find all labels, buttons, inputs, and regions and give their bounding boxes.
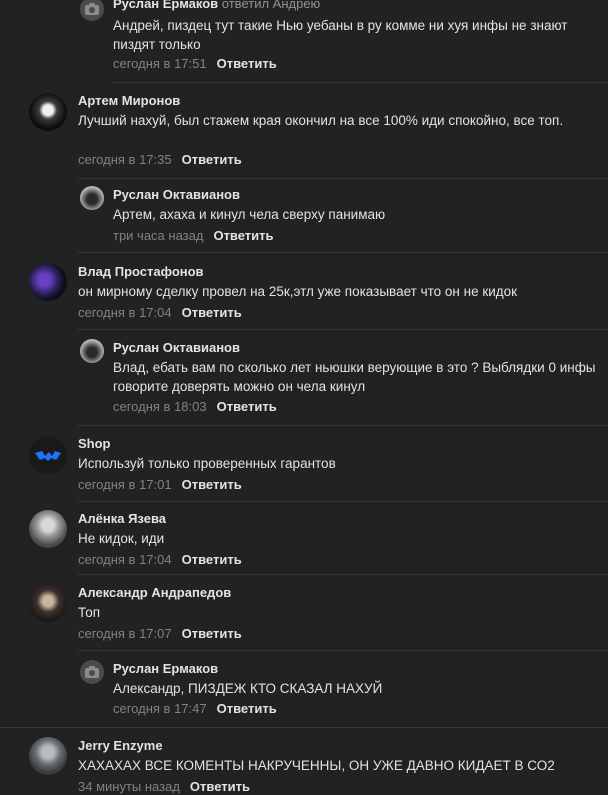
comment-reply: Руслан Октавианов Артем, ахаха и кинул ч… bbox=[0, 179, 608, 253]
comment-text: Александр, ПИЗДЕЖ КТО СКАЗАЛ НАХУЙ bbox=[113, 681, 383, 696]
comment-meta: сегодня в 17:07 Ответить bbox=[78, 626, 242, 642]
comment-text: Топ bbox=[78, 605, 101, 620]
comment-time[interactable]: сегодня в 17:04 bbox=[78, 552, 172, 567]
comment-time[interactable]: сегодня в 17:07 bbox=[78, 626, 172, 641]
avatar[interactable] bbox=[29, 584, 67, 622]
reply-button[interactable]: Ответить bbox=[217, 399, 277, 414]
reply-button[interactable]: Ответить bbox=[182, 626, 242, 641]
comment-text: он мирному сделку провел на 25к,этл уже … bbox=[78, 284, 518, 299]
comment-time[interactable]: сегодня в 17:04 bbox=[78, 305, 172, 320]
comment-meta: три часа назад Ответить bbox=[113, 228, 274, 244]
comment-meta: 34 минуты назад Ответить bbox=[78, 779, 250, 795]
comment-text: Лучший нахуй, был стажем края окончил на… bbox=[78, 113, 564, 128]
comment-author[interactable]: Руслан Ермаков bbox=[113, 661, 218, 677]
comment: Shop Используй только проверенных гарант… bbox=[0, 426, 608, 502]
comment-meta: сегодня в 17:51 Ответить bbox=[113, 56, 277, 72]
comment-time[interactable]: сегодня в 17:47 bbox=[113, 701, 207, 716]
comment-time[interactable]: сегодня в 17:35 bbox=[78, 152, 172, 167]
comment-text: Артем, ахаха и кинул чела сверху панимаю bbox=[113, 207, 386, 222]
comment-time[interactable]: 34 минуты назад bbox=[78, 779, 180, 794]
comment-author[interactable]: Руслан Октавианов bbox=[113, 187, 240, 203]
reply-button[interactable]: Ответить bbox=[182, 305, 242, 320]
reply-button[interactable]: Ответить bbox=[182, 552, 242, 567]
comment-meta: сегодня в 17:47 Ответить bbox=[113, 701, 277, 717]
comment-author[interactable]: Руслан Ермаков ответил Андрею bbox=[113, 0, 320, 12]
comment-author[interactable]: Алёнка Язева bbox=[78, 511, 166, 527]
comment-time[interactable]: сегодня в 18:03 bbox=[113, 399, 207, 414]
avatar[interactable] bbox=[29, 737, 67, 775]
comment-reply: Руслан Ермаков ответил Андрею Андрей, пи… bbox=[0, 0, 608, 83]
avatar[interactable] bbox=[80, 339, 104, 363]
avatar[interactable] bbox=[29, 93, 67, 131]
comment: Артем Миронов Лучший нахуй, был стажем к… bbox=[0, 83, 608, 179]
reply-to-label: ответил Андрею bbox=[221, 0, 321, 11]
comment-text: Андрей, пиздец тут такие Нью уебаны в ру… bbox=[113, 18, 568, 52]
comment-meta: сегодня в 17:04 Ответить bbox=[78, 552, 242, 568]
comment-reply: Руслан Октавианов Влад, ебать вам по ско… bbox=[0, 330, 608, 426]
shop-logo-icon bbox=[35, 451, 61, 461]
comment: Jerry Enzyme ХАХАХАХ ВСЕ КОМЕНТЫ НАКРУЧЕ… bbox=[0, 728, 608, 794]
comment-text: ХАХАХАХ ВСЕ КОМЕНТЫ НАКРУЧЕННЫ, ОН УЖЕ Д… bbox=[78, 758, 555, 773]
comment-time[interactable]: три часа назад bbox=[113, 228, 203, 243]
comment-time[interactable]: сегодня в 17:51 bbox=[113, 56, 207, 71]
camera-icon bbox=[85, 666, 99, 678]
comment-author[interactable]: Shop bbox=[78, 436, 111, 452]
avatar[interactable] bbox=[80, 0, 104, 21]
comment-meta: сегодня в 17:35 Ответить bbox=[78, 152, 242, 168]
comment-reply: Руслан Ермаков Александр, ПИЗДЕЖ КТО СКА… bbox=[0, 651, 608, 728]
reply-button[interactable]: Ответить bbox=[217, 701, 277, 716]
reply-button[interactable]: Ответить bbox=[213, 228, 273, 243]
comment-author[interactable]: Александр Андрапедов bbox=[78, 585, 231, 601]
comment: Алёнка Язева Не кидок, иди сегодня в 17:… bbox=[0, 501, 608, 575]
comment-author[interactable]: Jerry Enzyme bbox=[78, 738, 163, 754]
avatar[interactable] bbox=[29, 263, 67, 301]
comment-author[interactable]: Влад Простафонов bbox=[78, 264, 204, 280]
comment-meta: сегодня в 17:01 Ответить bbox=[78, 477, 242, 493]
camera-icon bbox=[85, 3, 99, 15]
reply-button[interactable]: Ответить bbox=[217, 56, 277, 71]
reply-button[interactable]: Ответить bbox=[182, 477, 242, 492]
comment-text: Используй только проверенных гарантов bbox=[78, 456, 336, 471]
comment-meta: сегодня в 18:03 Ответить bbox=[113, 399, 277, 415]
comment: Александр Андрапедов Топ сегодня в 17:07… bbox=[0, 575, 608, 651]
comment-time[interactable]: сегодня в 17:01 bbox=[78, 477, 172, 492]
avatar[interactable] bbox=[29, 436, 67, 474]
avatar[interactable] bbox=[80, 186, 104, 210]
avatar[interactable] bbox=[29, 510, 67, 548]
reply-button[interactable]: Ответить bbox=[190, 779, 250, 794]
comment-author[interactable]: Артем Миронов bbox=[78, 93, 180, 109]
comment-text: Влад, ебать вам по сколько лет ньюшки ве… bbox=[113, 360, 596, 394]
reply-button[interactable]: Ответить bbox=[182, 152, 242, 167]
comment-meta: сегодня в 17:04 Ответить bbox=[78, 305, 242, 321]
avatar[interactable] bbox=[80, 660, 104, 684]
comment: Влад Простафонов он мирному сделку прове… bbox=[0, 253, 608, 330]
comment-author[interactable]: Руслан Октавианов bbox=[113, 340, 240, 356]
comment-text: Не кидок, иди bbox=[78, 531, 165, 546]
